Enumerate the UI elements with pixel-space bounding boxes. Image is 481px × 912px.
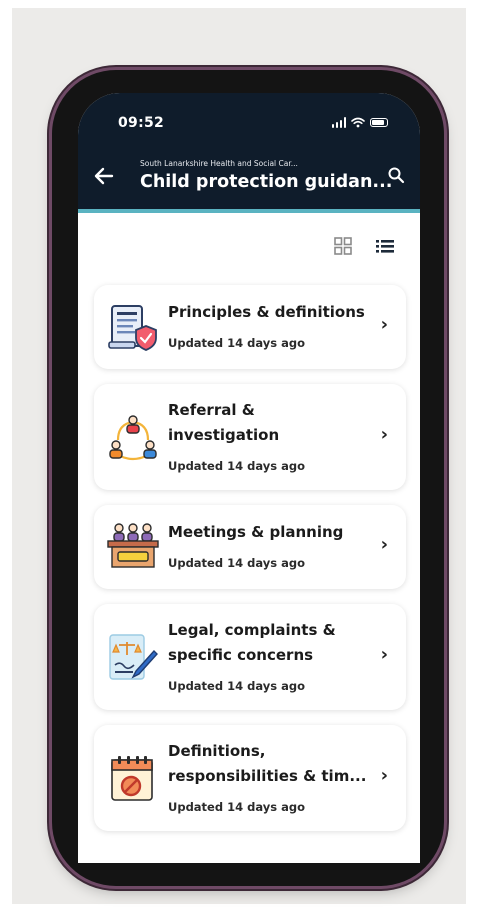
chevron-right-icon: › <box>380 314 388 335</box>
item-updated: Updated 14 days ago <box>168 800 305 814</box>
item-updated: Updated 14 days ago <box>168 679 305 693</box>
wifi-icon <box>351 117 365 127</box>
status-icons <box>331 115 388 129</box>
page-title: Child protection guidan... <box>140 172 393 192</box>
list-view-icon[interactable] <box>374 235 396 257</box>
chevron-right-icon: › <box>380 765 388 786</box>
app-screen: 09:52 South Lanarkshire Health and Socia… <box>78 93 420 863</box>
list-item[interactable]: Definitions, responsibilities & tim... U… <box>94 725 406 831</box>
list-item[interactable]: Meetings & planning Updated 14 days ago … <box>94 505 406 589</box>
item-title: Legal, complaints & <box>168 621 336 639</box>
battery-icon <box>370 117 388 127</box>
grid-view-icon[interactable] <box>332 235 354 257</box>
meeting-table-icon <box>107 523 159 568</box>
header-subtitle: South Lanarkshire Health and Social Car.… <box>140 159 298 168</box>
item-title: Referral & <box>168 401 255 419</box>
people-cycle-icon <box>109 415 157 461</box>
phone-power-button <box>444 280 449 376</box>
list-item[interactable]: Principles & definitions Updated 14 days… <box>94 285 406 369</box>
item-updated: Updated 14 days ago <box>168 459 305 473</box>
item-title-line-2: investigation <box>168 426 280 444</box>
item-title: Principles & definitions <box>168 303 365 321</box>
chevron-right-icon: › <box>380 644 388 665</box>
status-time: 09:52 <box>118 115 165 131</box>
item-updated: Updated 14 days ago <box>168 336 305 350</box>
legal-document-pen-icon <box>109 634 158 680</box>
item-title: Meetings & planning <box>168 523 344 541</box>
back-arrow-icon[interactable] <box>92 164 116 188</box>
list-item[interactable]: Referral & investigation Updated 14 days… <box>94 384 406 490</box>
item-title-line-2: specific concerns <box>168 646 314 664</box>
list-item[interactable]: Legal, complaints & specific concerns Up… <box>94 604 406 710</box>
search-icon[interactable] <box>386 165 406 185</box>
calendar-prohibited-icon <box>111 756 153 801</box>
signal-icon <box>331 116 346 128</box>
document-shield-icon <box>108 305 157 351</box>
item-updated: Updated 14 days ago <box>168 556 305 570</box>
item-title: Definitions, <box>168 742 266 760</box>
item-title-line-2: responsibilities & tim... <box>168 767 367 785</box>
chevron-right-icon: › <box>380 534 388 555</box>
header-accent-bar <box>78 209 420 213</box>
app-header: 09:52 South Lanarkshire Health and Socia… <box>78 93 420 209</box>
chevron-right-icon: › <box>380 424 388 445</box>
